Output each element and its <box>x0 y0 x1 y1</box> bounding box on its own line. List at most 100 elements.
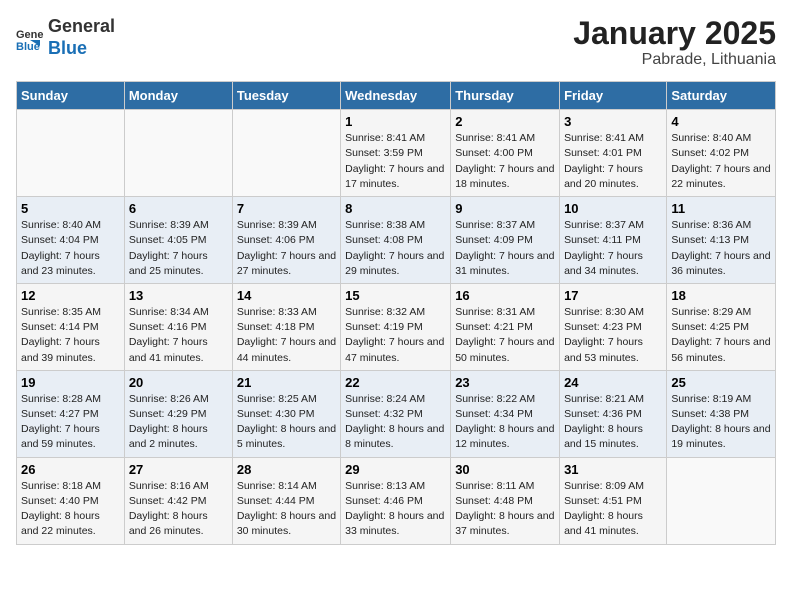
day-number: 16 <box>455 288 555 303</box>
calendar-cell: 6Sunrise: 8:39 AM Sunset: 4:05 PM Daylig… <box>124 197 232 284</box>
calendar-cell: 27 Sunrise: 8:16 AM Sunset: 4:42 PM Dayli… <box>124 457 232 544</box>
calendar-cell: 11 Sunrise: 8:36 AM Sunset: 4:13 PM Dayli… <box>667 197 776 284</box>
day-number: 21 <box>237 375 336 390</box>
day-number: 19 <box>21 375 120 390</box>
calendar-cell: 24 Sunrise: 8:21 AM Sunset: 4:36 PM Dayli… <box>560 370 667 457</box>
calendar-header: SundayMondayTuesdayWednesdayThursdayFrid… <box>17 82 776 110</box>
calendar-cell: 18Sunrise: 8:29 AM Sunset: 4:25 PM Dayli… <box>667 283 776 370</box>
day-number: 1 <box>345 114 446 129</box>
day-number: 27 <box>129 462 228 477</box>
day-info: Sunrise: 8:18 AM Sunset: 4:40 PM Dayligh… <box>21 479 120 540</box>
day-info: Sunrise: 8:36 AM Sunset: 4:13 PM Dayligh… <box>671 218 771 279</box>
day-info: Sunrise: 8:40 AM Sunset: 4:02 PM Dayligh… <box>671 131 771 192</box>
day-number: 28 <box>237 462 336 477</box>
day-info: Sunrise: 8:33 AM Sunset: 4:18 PM Dayligh… <box>237 305 336 366</box>
title-area: January 2025 Pabrade, Lithuania <box>573 16 776 69</box>
calendar-cell: 1 Sunrise: 8:41 AM Sunset: 3:59 PM Daylig… <box>341 110 451 197</box>
day-number: 2 <box>455 114 555 129</box>
calendar-cell: 12 Sunrise: 8:35 AM Sunset: 4:14 PM Dayli… <box>17 283 125 370</box>
calendar-cell: 26 Sunrise: 8:18 AM Sunset: 4:40 PM Dayli… <box>17 457 125 544</box>
calendar-cell: 2 Sunrise: 8:41 AM Sunset: 4:00 PM Daylig… <box>451 110 560 197</box>
header: General Blue General Blue January 2025 P… <box>16 16 776 69</box>
calendar-cell: 9 Sunrise: 8:37 AM Sunset: 4:09 PM Daylig… <box>451 197 560 284</box>
week-row-4: 19 Sunrise: 8:28 AM Sunset: 4:27 PM Dayli… <box>17 370 776 457</box>
day-info: Sunrise: 8:28 AM Sunset: 4:27 PM Dayligh… <box>21 392 120 453</box>
header-day-tuesday: Tuesday <box>232 82 340 110</box>
day-number: 15 <box>345 288 446 303</box>
calendar-cell: 15Sunrise: 8:32 AM Sunset: 4:19 PM Dayli… <box>341 283 451 370</box>
day-info: Sunrise: 8:11 AM Sunset: 4:48 PM Dayligh… <box>455 479 555 540</box>
day-info: Sunrise: 8:35 AM Sunset: 4:14 PM Dayligh… <box>21 305 120 366</box>
calendar-cell <box>17 110 125 197</box>
day-info: Sunrise: 8:34 AM Sunset: 4:16 PM Dayligh… <box>129 305 228 366</box>
day-number: 23 <box>455 375 555 390</box>
calendar-body: 1 Sunrise: 8:41 AM Sunset: 3:59 PM Daylig… <box>17 110 776 544</box>
day-info: Sunrise: 8:09 AM Sunset: 4:51 PM Dayligh… <box>564 479 662 540</box>
header-row: SundayMondayTuesdayWednesdayThursdayFrid… <box>17 82 776 110</box>
day-number: 10 <box>564 201 662 216</box>
day-number: 9 <box>455 201 555 216</box>
day-number: 4 <box>671 114 771 129</box>
calendar-cell: 5 Sunrise: 8:40 AM Sunset: 4:04 PM Daylig… <box>17 197 125 284</box>
day-info: Sunrise: 8:21 AM Sunset: 4:36 PM Dayligh… <box>564 392 662 453</box>
calendar-cell: 4 Sunrise: 8:40 AM Sunset: 4:02 PM Daylig… <box>667 110 776 197</box>
calendar-cell: 31 Sunrise: 8:09 AM Sunset: 4:51 PM Dayli… <box>560 457 667 544</box>
week-row-2: 5 Sunrise: 8:40 AM Sunset: 4:04 PM Daylig… <box>17 197 776 284</box>
day-info: Sunrise: 8:16 AM Sunset: 4:42 PM Dayligh… <box>129 479 228 540</box>
day-number: 12 <box>21 288 120 303</box>
day-number: 26 <box>21 462 120 477</box>
day-number: 20 <box>129 375 228 390</box>
calendar-cell: 7Sunrise: 8:39 AM Sunset: 4:06 PM Daylig… <box>232 197 340 284</box>
calendar-cell: 20 Sunrise: 8:26 AM Sunset: 4:29 PM Dayli… <box>124 370 232 457</box>
calendar-cell: 10Sunrise: 8:37 AM Sunset: 4:11 PM Dayli… <box>560 197 667 284</box>
day-info: Sunrise: 8:30 AM Sunset: 4:23 PM Dayligh… <box>564 305 662 366</box>
day-number: 11 <box>671 201 771 216</box>
day-info: Sunrise: 8:24 AM Sunset: 4:32 PM Dayligh… <box>345 392 446 453</box>
day-info: Sunrise: 8:41 AM Sunset: 4:00 PM Dayligh… <box>455 131 555 192</box>
calendar-cell <box>124 110 232 197</box>
calendar-cell: 13 Sunrise: 8:34 AM Sunset: 4:16 PM Dayli… <box>124 283 232 370</box>
day-number: 22 <box>345 375 446 390</box>
day-info: Sunrise: 8:22 AM Sunset: 4:34 PM Dayligh… <box>455 392 555 453</box>
day-info: Sunrise: 8:40 AM Sunset: 4:04 PM Dayligh… <box>21 218 120 279</box>
day-info: Sunrise: 8:41 AM Sunset: 3:59 PM Dayligh… <box>345 131 446 192</box>
calendar-cell: 17 Sunrise: 8:30 AM Sunset: 4:23 PM Dayli… <box>560 283 667 370</box>
day-info: Sunrise: 8:38 AM Sunset: 4:08 PM Dayligh… <box>345 218 446 279</box>
calendar-cell: 23 Sunrise: 8:22 AM Sunset: 4:34 PM Dayli… <box>451 370 560 457</box>
day-number: 8 <box>345 201 446 216</box>
day-number: 5 <box>21 201 120 216</box>
header-day-monday: Monday <box>124 82 232 110</box>
calendar-cell: 22 Sunrise: 8:24 AM Sunset: 4:32 PM Dayli… <box>341 370 451 457</box>
day-info: Sunrise: 8:26 AM Sunset: 4:29 PM Dayligh… <box>129 392 228 453</box>
day-info: Sunrise: 8:31 AM Sunset: 4:21 PM Dayligh… <box>455 305 555 366</box>
day-number: 18 <box>671 288 771 303</box>
calendar-cell: 30 Sunrise: 8:11 AM Sunset: 4:48 PM Dayli… <box>451 457 560 544</box>
day-info: Sunrise: 8:41 AM Sunset: 4:01 PM Dayligh… <box>564 131 662 192</box>
day-number: 31 <box>564 462 662 477</box>
header-day-sunday: Sunday <box>17 82 125 110</box>
day-number: 13 <box>129 288 228 303</box>
day-number: 30 <box>455 462 555 477</box>
svg-text:Blue: Blue <box>16 41 40 52</box>
day-info: Sunrise: 8:39 AM Sunset: 4:05 PM Dayligh… <box>129 218 228 279</box>
day-number: 25 <box>671 375 771 390</box>
week-row-5: 26 Sunrise: 8:18 AM Sunset: 4:40 PM Dayli… <box>17 457 776 544</box>
week-row-3: 12 Sunrise: 8:35 AM Sunset: 4:14 PM Dayli… <box>17 283 776 370</box>
header-day-wednesday: Wednesday <box>341 82 451 110</box>
day-number: 17 <box>564 288 662 303</box>
day-number: 7 <box>237 201 336 216</box>
day-info: Sunrise: 8:19 AM Sunset: 4:38 PM Dayligh… <box>671 392 771 453</box>
header-day-friday: Friday <box>560 82 667 110</box>
day-info: Sunrise: 8:37 AM Sunset: 4:09 PM Dayligh… <box>455 218 555 279</box>
logo-blue-text: Blue <box>48 38 115 60</box>
header-day-thursday: Thursday <box>451 82 560 110</box>
day-number: 14 <box>237 288 336 303</box>
calendar-cell: 14 Sunrise: 8:33 AM Sunset: 4:18 PM Dayli… <box>232 283 340 370</box>
logo-icon: General Blue <box>16 24 44 52</box>
day-number: 3 <box>564 114 662 129</box>
day-number: 24 <box>564 375 662 390</box>
day-info: Sunrise: 8:13 AM Sunset: 4:46 PM Dayligh… <box>345 479 446 540</box>
day-number: 29 <box>345 462 446 477</box>
day-info: Sunrise: 8:25 AM Sunset: 4:30 PM Dayligh… <box>237 392 336 453</box>
day-info: Sunrise: 8:14 AM Sunset: 4:44 PM Dayligh… <box>237 479 336 540</box>
